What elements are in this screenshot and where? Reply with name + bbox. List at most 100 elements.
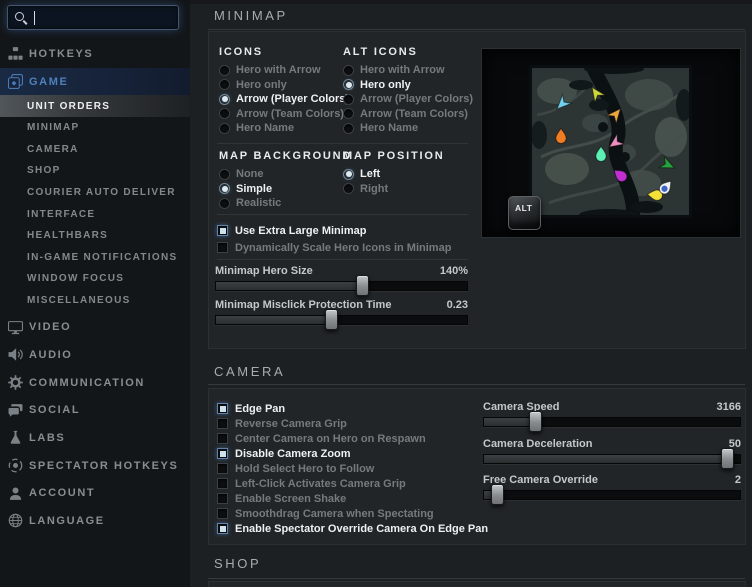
slider-track[interactable] xyxy=(483,417,741,427)
sidebar-item-spectator-hotkeys[interactable]: SPECTATOR HOTKEYS xyxy=(0,452,190,480)
radio-option-simple[interactable]: Simple xyxy=(219,182,352,197)
radio-option-arrow-team-colors[interactable]: Arrow (Team Colors) xyxy=(219,107,349,122)
radio-option-hero-only[interactable]: Hero only xyxy=(343,78,473,93)
sidebar-item-miscellaneous[interactable]: MISCELLANEOUS xyxy=(0,290,190,312)
slider-label: Minimap Hero Size xyxy=(215,265,313,277)
minimap-image xyxy=(529,65,692,218)
checkbox-option-center-camera-on-hero-on-respawn[interactable]: Center Camera on Hero on Respawn xyxy=(217,431,488,446)
checkbox-option-enable-spectator-override-camera-on-edge-pan[interactable]: Enable Spectator Override Camera On Edge… xyxy=(217,521,488,536)
slider-handle[interactable] xyxy=(325,309,338,330)
sidebar-item-shop[interactable]: SHOP xyxy=(0,160,190,182)
radio-button[interactable] xyxy=(343,183,354,194)
checkbox-option-edge-pan[interactable]: Edge Pan xyxy=(217,401,488,416)
radio-option-hero-name[interactable]: Hero Name xyxy=(219,121,349,136)
camera-speed-slider: Camera Speed3166 xyxy=(483,400,741,427)
radio-option-left[interactable]: Left xyxy=(343,167,444,182)
radio-option-hero-only[interactable]: Hero only xyxy=(219,78,349,93)
checkbox[interactable] xyxy=(217,225,228,236)
sidebar-item-window-focus[interactable]: WINDOW FOCUS xyxy=(0,268,190,290)
checkbox[interactable] xyxy=(217,493,228,504)
sidebar-item-communication[interactable]: COMMUNICATION xyxy=(0,369,190,397)
radio-option-arrow-player-colors[interactable]: Arrow (Player Colors) xyxy=(343,92,473,107)
settings-search-input[interactable] xyxy=(41,11,172,25)
sidebar-item-hotkeys[interactable]: HOTKEYS xyxy=(0,40,190,68)
sidebar-item-language[interactable]: LANGUAGE xyxy=(0,507,190,535)
radio-button[interactable] xyxy=(343,108,354,119)
sidebar-item-in-game-notifications[interactable]: IN-GAME NOTIFICATIONS xyxy=(0,247,190,269)
radio-button[interactable] xyxy=(343,65,354,76)
sidebar-item-minimap[interactable]: MINIMAP xyxy=(0,117,190,139)
sidebar-item-social[interactable]: SOCIAL xyxy=(0,396,190,424)
radio-option-arrow-team-colors[interactable]: Arrow (Team Colors) xyxy=(343,107,473,122)
sidebar-item-label: HOTKEYS xyxy=(29,48,93,60)
checkbox-option-disable-camera-zoom[interactable]: Disable Camera Zoom xyxy=(217,446,488,461)
radio-button[interactable] xyxy=(219,94,230,105)
slider-track[interactable] xyxy=(483,454,741,464)
radio-option-hero-name[interactable]: Hero Name xyxy=(343,121,473,136)
sidebar-item-interface[interactable]: INTERFACE xyxy=(0,203,190,225)
radio-group-label: MAP POSITION xyxy=(343,150,444,163)
radio-button[interactable] xyxy=(219,108,230,119)
checkbox[interactable] xyxy=(217,242,228,253)
sidebar-item-account[interactable]: ACCOUNT xyxy=(0,479,190,507)
slider-track[interactable] xyxy=(483,490,741,500)
checkbox-option-use-extra-large-minimap[interactable]: Use Extra Large Minimap xyxy=(217,222,451,239)
divider xyxy=(217,143,468,144)
radio-button[interactable] xyxy=(343,94,354,105)
minimap-hero-size-slider: Minimap Hero Size140% xyxy=(215,264,468,291)
slider-handle[interactable] xyxy=(529,411,542,432)
slider-track[interactable] xyxy=(215,315,468,325)
checkbox[interactable] xyxy=(217,403,228,414)
checkbox[interactable] xyxy=(217,508,228,519)
checkbox[interactable] xyxy=(217,523,228,534)
slider-label: Camera Deceleration xyxy=(483,438,592,450)
radio-button[interactable] xyxy=(343,169,354,180)
radio-button[interactable] xyxy=(219,123,230,134)
checkbox[interactable] xyxy=(217,433,228,444)
checkbox-option-hold-select-hero-to-follow[interactable]: Hold Select Hero to Follow xyxy=(217,461,488,476)
sidebar-item-healthbars[interactable]: HEALTHBARS xyxy=(0,225,190,247)
radio-button[interactable] xyxy=(219,79,230,90)
slider-handle[interactable] xyxy=(356,275,369,296)
checkbox[interactable] xyxy=(217,418,228,429)
radio-option-arrow-player-colors[interactable]: Arrow (Player Colors) xyxy=(219,92,349,107)
sidebar-item-game[interactable]: GAME xyxy=(0,68,190,96)
slider-handle[interactable] xyxy=(721,448,734,469)
checkbox-label: Enable Spectator Override Camera On Edge… xyxy=(235,523,488,535)
radio-option-hero-with-arrow[interactable]: Hero with Arrow xyxy=(343,63,473,78)
sidebar-item-courier-auto-deliver[interactable]: COURIER AUTO DELIVER xyxy=(0,182,190,204)
radio-option-right[interactable]: Right xyxy=(343,182,444,197)
radio-button[interactable] xyxy=(343,79,354,90)
sidebar-item-audio[interactable]: AUDIO xyxy=(0,341,190,369)
radio-button[interactable] xyxy=(219,183,230,194)
checkbox-option-enable-screen-shake[interactable]: Enable Screen Shake xyxy=(217,491,488,506)
sidebar-item-camera[interactable]: CAMERA xyxy=(0,139,190,161)
sidebar-item-label: COMMUNICATION xyxy=(29,377,145,389)
checkbox-option-left-click-activates-camera-grip[interactable]: Left-Click Activates Camera Grip xyxy=(217,476,488,491)
checkbox-option-reverse-camera-grip[interactable]: Reverse Camera Grip xyxy=(217,416,488,431)
checkbox-option-dynamically-scale-hero-icons-in-minimap[interactable]: Dynamically Scale Hero Icons in Minimap xyxy=(217,239,451,256)
sidebar-item-unit-orders[interactable]: UNIT ORDERS xyxy=(0,95,190,117)
checkbox-option-smoothdrag-camera-when-spectating[interactable]: Smoothdrag Camera when Spectating xyxy=(217,506,488,521)
sidebar-item-video[interactable]: VIDEO xyxy=(0,313,190,341)
radio-group-label: ICONS xyxy=(219,46,349,59)
radio-option-label: None xyxy=(236,168,264,180)
video-icon xyxy=(8,320,23,335)
radio-option-none[interactable]: None xyxy=(219,167,352,182)
sidebar-nav: HOTKEYSGAMEUNIT ORDERSMINIMAPCAMERASHOPC… xyxy=(0,40,190,535)
radio-button[interactable] xyxy=(219,65,230,76)
radio-button[interactable] xyxy=(343,123,354,134)
checkbox[interactable] xyxy=(217,448,228,459)
checkbox[interactable] xyxy=(217,463,228,474)
sidebar-item-labs[interactable]: LABS xyxy=(0,424,190,452)
checkbox-label: Dynamically Scale Hero Icons in Minimap xyxy=(235,242,451,254)
slider-track[interactable] xyxy=(215,281,468,291)
radio-button[interactable] xyxy=(219,169,230,180)
radio-option-realistic[interactable]: Realistic xyxy=(219,196,352,211)
section-title-minimap: MINIMAP xyxy=(214,8,288,23)
slider-handle[interactable] xyxy=(491,484,504,505)
radio-option-hero-with-arrow[interactable]: Hero with Arrow xyxy=(219,63,349,78)
search-box[interactable] xyxy=(7,5,179,30)
radio-button[interactable] xyxy=(219,198,230,209)
checkbox[interactable] xyxy=(217,478,228,489)
